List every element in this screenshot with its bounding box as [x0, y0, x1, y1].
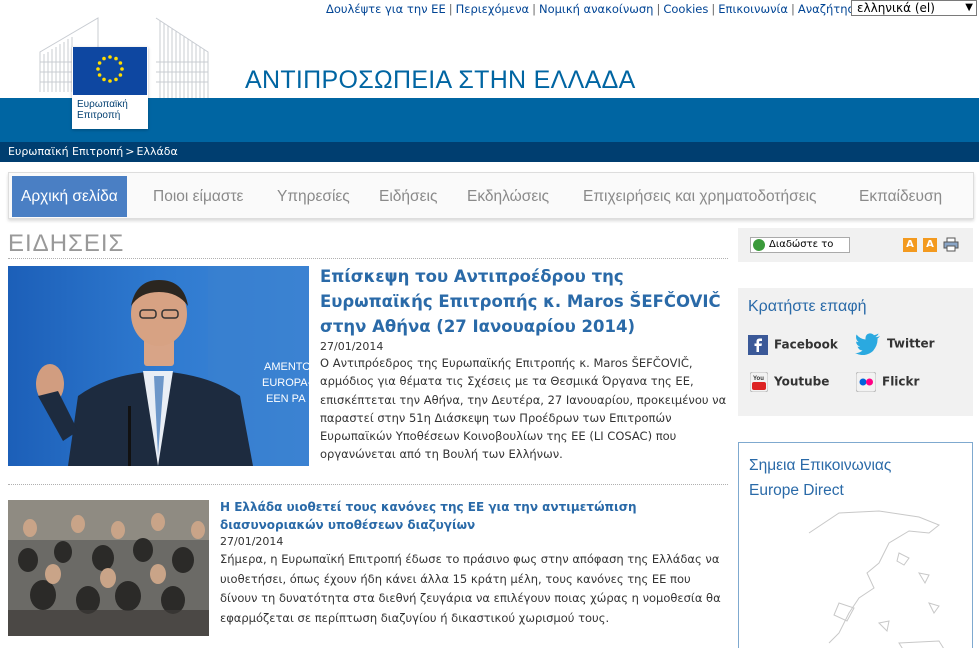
europe-direct-title-line2: Europe Direct — [749, 482, 844, 499]
article-title[interactable]: Επίσκεψη του Αντιπροέδρου της Ευρωπαϊκής… — [320, 264, 730, 339]
twitter-icon — [855, 333, 880, 355]
flickr-icon — [856, 372, 876, 392]
top-link-legal[interactable]: Νομική ανακοίνωση — [539, 2, 654, 16]
youtube-label: Youtube — [774, 374, 830, 389]
separator: | — [448, 2, 453, 16]
logo-text-line1: Ευρωπαϊκή — [77, 99, 128, 110]
top-link-contact[interactable]: Επικοινωνία — [718, 2, 788, 16]
facebook-label: Facebook — [774, 337, 838, 352]
language-selected: ελληνικά (el) — [857, 1, 935, 15]
nav-services[interactable]: Υπηρεσίες — [277, 176, 350, 217]
nav-business-funding[interactable]: Επιχειρήσεις και χρηματοδοτήσεις — [583, 176, 817, 217]
nav-education[interactable]: Εκπαίδευση — [859, 176, 942, 217]
font-size-increase-button[interactable]: A — [923, 238, 937, 252]
nav-who-we-are[interactable]: Ποιοι είμαστε — [153, 176, 243, 217]
top-link-jobs[interactable]: Δουλέψτε για την ΕΕ — [326, 2, 446, 16]
svg-text:You: You — [753, 376, 764, 382]
article-summary: Σήμερα, η Ευρωπαϊκή Επιτροπή έδωσε το πρ… — [220, 552, 721, 625]
share-button[interactable]: Διαδώστε το — [750, 237, 850, 253]
chevron-down-icon: ▼ — [965, 2, 973, 13]
breadcrumb-separator: > — [125, 145, 135, 158]
breadcrumb: Ευρωπαϊκή Επιτροπή > Ελλάδα — [0, 142, 979, 162]
section-title: ΕΙΔΗΣΕΙΣ — [8, 230, 125, 257]
europe-direct-box: Σημεια Επικοινωνιας Europe Direct — [738, 442, 973, 648]
top-link-contents[interactable]: Περιεχόμενα — [456, 2, 530, 16]
main-nav: Αρχική σελίδα Ποιοι είμαστε Υπηρεσίες Ει… — [8, 172, 974, 219]
top-link-cookies[interactable]: Cookies — [663, 2, 708, 16]
separator: | — [791, 2, 795, 16]
site-title: ΑΝΤΙΠΡΟΣΩΠΕΙΑ ΣΤΗΝ ΕΛΛΑΔΑ — [245, 66, 636, 94]
top-links: Δουλέψτε για την ΕΕ | Περιεχόμενα | Νομική α… — [326, 2, 862, 16]
eu-commission-logo[interactable]: Ευρωπαϊκή Επιτροπή — [72, 47, 148, 129]
print-icon[interactable] — [943, 237, 959, 252]
europe-direct-title[interactable]: Σημεια Επικοινωνιας Europe Direct — [749, 453, 891, 503]
article-summary: Ο Αντιπρόεδρος της Ευρωπαϊκής Επιτροπής … — [320, 356, 727, 462]
share-label: Διαδώστε το — [769, 239, 834, 250]
share-icon — [753, 239, 765, 251]
europe-direct-title-line1: Σημεια Επικοινωνιας — [749, 457, 892, 474]
nav-news[interactable]: Ειδήσεις — [379, 176, 437, 217]
breadcrumb-item-greece[interactable]: Ελλάδα — [137, 145, 178, 158]
separator: | — [532, 2, 536, 16]
divider — [8, 484, 728, 485]
youtube-link[interactable]: You Youtube — [750, 372, 829, 392]
flickr-label: Flickr — [882, 374, 920, 389]
svg-text:EUROPA-P: EUROPA-P — [262, 377, 309, 389]
separator: | — [656, 2, 661, 16]
nav-events[interactable]: Εκδηλώσεις — [467, 176, 549, 217]
divider — [8, 258, 728, 259]
youtube-icon: You — [750, 372, 768, 392]
article-date: 27/01/2014 — [320, 340, 384, 353]
greece-map[interactable] — [779, 503, 969, 648]
facebook-link[interactable]: Facebook — [748, 335, 838, 355]
svg-text:EEN PA: EEN PA — [266, 393, 306, 405]
article-date: 27/01/2014 — [220, 535, 284, 548]
logo-text-line2: Επιτροπή — [77, 110, 121, 121]
facebook-icon — [748, 335, 768, 355]
keep-in-touch-box: Κρατήστε επαφή Facebook Twitter You Youtu… — [738, 288, 973, 416]
language-select[interactable]: ελληνικά (el) ▼ — [851, 0, 977, 16]
contact-title: Κρατήστε επαφή — [748, 298, 867, 315]
article-photo[interactable] — [8, 500, 209, 636]
logo-text: Ευρωπαϊκή Επιτροπή — [77, 99, 128, 121]
twitter-link[interactable]: Twitter — [855, 333, 935, 355]
flickr-link[interactable]: Flickr — [856, 372, 919, 392]
breadcrumb-item-commission[interactable]: Ευρωπαϊκή Επιτροπή — [8, 145, 123, 158]
article-title[interactable]: Η Ελλάδα υιοθετεί τους κανόνες της ΕΕ γι… — [220, 498, 730, 534]
twitter-label: Twitter — [887, 336, 935, 351]
font-size-decrease-button[interactable]: A — [903, 238, 917, 252]
share-toolbar: Διαδώστε το — [738, 228, 973, 262]
nav-home[interactable]: Αρχική σελίδα — [12, 176, 127, 217]
article-photo[interactable]: AMENTO EUROPA-P EEN PA — [8, 266, 309, 466]
photo-backdrop-text: AMENTO — [264, 361, 309, 373]
separator: | — [711, 2, 716, 16]
eu-flag-icon — [73, 47, 147, 95]
